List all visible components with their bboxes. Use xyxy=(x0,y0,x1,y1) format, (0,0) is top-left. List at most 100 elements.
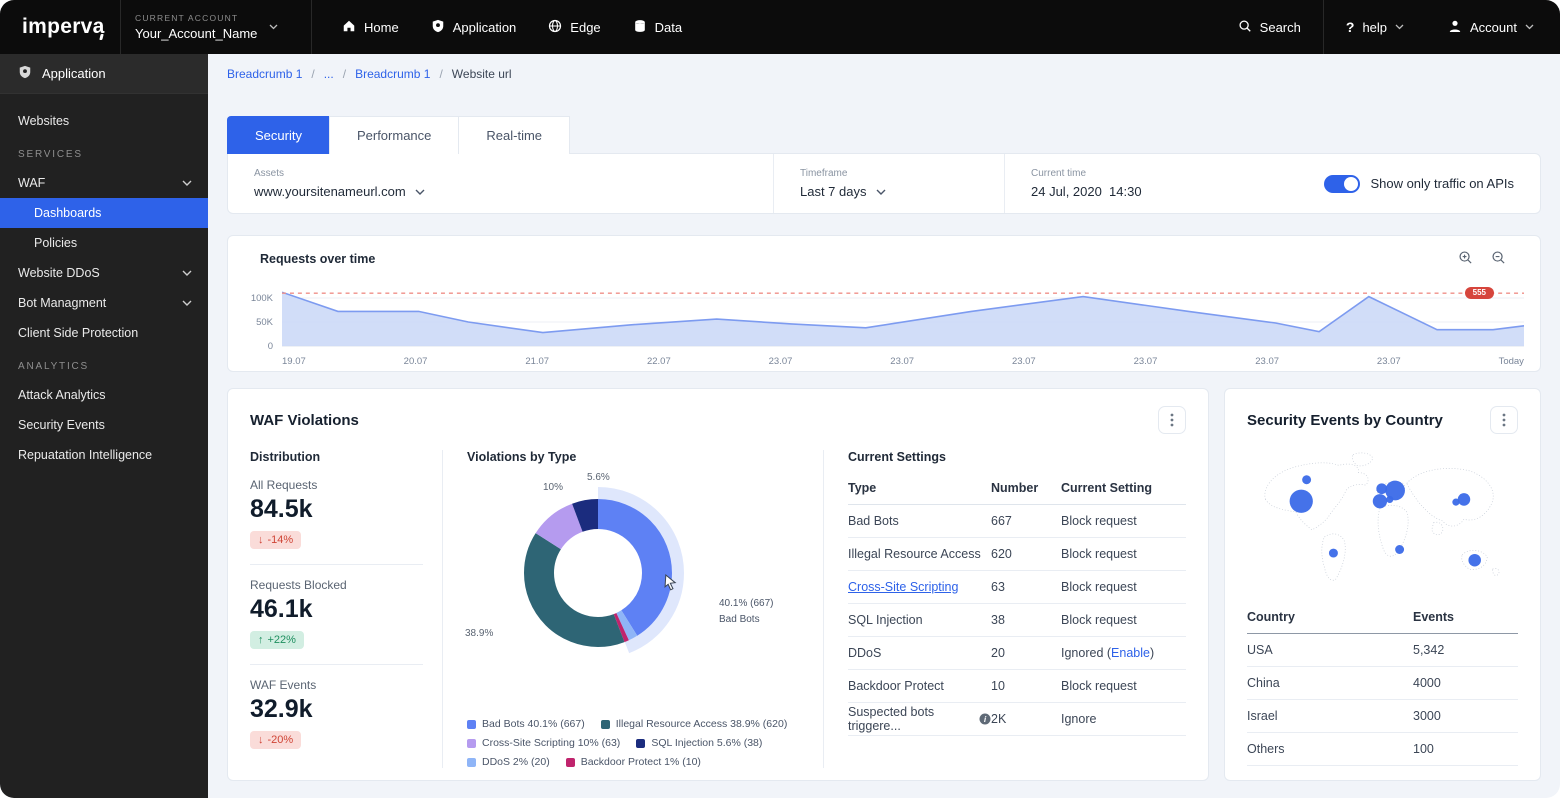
legend-swatch xyxy=(467,739,476,748)
sidebar-item-label: Dashboards xyxy=(34,206,101,220)
legend-item-cross-site-scripting[interactable]: Cross-Site Scripting 10% (63) xyxy=(467,737,620,749)
imperva-logo[interactable]: imperva xyxy=(0,15,120,39)
sidebar-section-services: SERVICES xyxy=(0,140,208,168)
delta-value: -14% xyxy=(268,534,294,546)
x-tick: 21.07 xyxy=(525,356,549,367)
chevron-down-icon xyxy=(182,180,192,186)
sidebar-item-client-side-protection[interactable]: Client Side Protection xyxy=(0,318,208,348)
setting-type: Cross-Site Scripting xyxy=(848,580,991,594)
account-menu[interactable]: Account xyxy=(1426,0,1560,54)
country-row-china: China4000 xyxy=(1247,667,1518,700)
zoom-out-icon[interactable] xyxy=(1491,250,1506,265)
chevron-down-icon xyxy=(182,270,192,276)
col-current-setting: Current Setting xyxy=(1061,481,1186,495)
help-menu[interactable]: ? help xyxy=(1324,0,1426,54)
enable-link[interactable]: Enable xyxy=(1111,646,1150,660)
nav-item-edge[interactable]: Edge xyxy=(548,19,600,36)
setting-value: Block request xyxy=(1061,580,1186,594)
delta-value: +22% xyxy=(268,634,296,646)
donut-chart[interactable]: 5.6% 10% 38.9% 40.1% (667) Bad Bots xyxy=(467,478,823,710)
donut-legend: Bad Bots 40.1% (667) Illegal Resource Acc… xyxy=(467,718,817,768)
sidebar-item-dashboards[interactable]: Dashboards xyxy=(0,198,208,228)
nav-label: Home xyxy=(364,20,399,35)
divider xyxy=(250,564,423,565)
tab-performance[interactable]: Performance xyxy=(329,116,459,154)
setting-type-text: DDoS xyxy=(848,646,881,660)
sidebar-item-bot-managment[interactable]: Bot Managment xyxy=(0,288,208,318)
sidebar-item-website-ddos[interactable]: Website DDoS xyxy=(0,258,208,288)
setting-number: 2K xyxy=(991,712,1061,726)
setting-type-link[interactable]: Cross-Site Scripting xyxy=(848,580,958,594)
info-icon[interactable]: i xyxy=(979,713,991,725)
donut-callout-ira: 38.9% xyxy=(465,628,493,639)
divider xyxy=(250,664,423,665)
setting-number: 620 xyxy=(991,547,1061,561)
setting-value: Ignore xyxy=(1061,712,1186,726)
area-chart-plot[interactable]: 555 xyxy=(282,276,1524,354)
chart-zoom-controls xyxy=(1458,250,1506,265)
sidebar-item-waf[interactable]: WAF xyxy=(0,168,208,198)
sidebar-item-label: WAF xyxy=(18,176,45,190)
country-events: 100 xyxy=(1413,742,1518,756)
kebab-menu-button[interactable] xyxy=(1490,406,1518,434)
setting-type-text: Backdoor Protect xyxy=(848,679,944,693)
timeframe-dropdown[interactable]: Timeframe Last 7 days xyxy=(774,154,1004,213)
sidebar-item-policies[interactable]: Policies xyxy=(0,228,208,258)
setting-value: Block request xyxy=(1061,679,1186,693)
delta-value: -20% xyxy=(268,734,294,746)
account-switcher[interactable]: CURRENT ACCOUNT Your_Account_Name xyxy=(120,0,312,54)
breadcrumb-item: Website url xyxy=(452,67,512,81)
country-table-body: USA5,342China4000Israel3000Others100 xyxy=(1247,634,1518,766)
breadcrumb-item[interactable]: ... xyxy=(324,67,334,81)
country-row-israel: Israel3000 xyxy=(1247,700,1518,733)
nav-label: Data xyxy=(655,20,682,35)
primary-nav: Home Application Edge Data xyxy=(342,19,682,36)
search-icon xyxy=(1238,19,1252,36)
breadcrumb-separator: / xyxy=(311,67,314,81)
kebab-menu-button[interactable] xyxy=(1158,406,1186,434)
setting-type-text: Bad Bots xyxy=(848,514,899,528)
sidebar-item-label: Attack Analytics xyxy=(18,388,106,402)
legend-item-bad-bots[interactable]: Bad Bots 40.1% (667) xyxy=(467,718,585,730)
api-traffic-toggle[interactable] xyxy=(1324,175,1360,193)
x-tick: Today xyxy=(1499,356,1524,367)
legend-item-sql-injection[interactable]: SQL Injection 5.6% (38) xyxy=(636,737,762,749)
cursor-icon xyxy=(663,574,678,596)
breadcrumb-item[interactable]: Breadcrumb 1 xyxy=(355,67,430,81)
breadcrumb-item[interactable]: Breadcrumb 1 xyxy=(227,67,302,81)
zoom-in-icon[interactable] xyxy=(1458,250,1473,265)
tab-real-time[interactable]: Real-time xyxy=(458,116,570,154)
legend-item-backdoor-protect[interactable]: Backdoor Protect 1% (10) xyxy=(566,756,701,768)
arrow-down-icon: ↓ xyxy=(258,734,264,746)
sidebar-item-security-events[interactable]: Security Events xyxy=(0,410,208,440)
x-tick: 23.07 xyxy=(769,356,793,367)
chevron-down-icon xyxy=(876,189,886,195)
nav-item-home[interactable]: Home xyxy=(342,19,399,36)
settings-row-backdoor-protect: Backdoor Protect10Block request xyxy=(848,670,1186,703)
topbar-right: Search ? help Account xyxy=(1216,0,1560,54)
sidebar-header-label: Application xyxy=(42,66,106,81)
legend-item-ddos[interactable]: DDoS 2% (20) xyxy=(467,756,550,768)
tab-security[interactable]: Security xyxy=(227,116,330,154)
assets-dropdown[interactable]: Assets www.yoursitenameurl.com xyxy=(228,154,773,213)
y-axis: 100K50K0 xyxy=(242,276,282,354)
nav-item-data[interactable]: Data xyxy=(633,19,682,36)
api-traffic-toggle-group: Show only traffic on APIs xyxy=(1324,175,1540,193)
sidebar-header[interactable]: Application xyxy=(0,54,208,94)
nav-item-application[interactable]: Application xyxy=(431,19,517,36)
legend-item-illegal-resource-access[interactable]: Illegal Resource Access 38.9% (620) xyxy=(601,718,788,730)
distribution-heading: Distribution xyxy=(250,450,442,464)
stat-value: 84.5k xyxy=(250,495,442,524)
col-country: Country xyxy=(1247,610,1413,624)
country-name: USA xyxy=(1247,643,1413,657)
chevron-down-icon xyxy=(182,300,192,306)
stat-delta-badge: ↓ -20% xyxy=(250,731,301,749)
country-table-header: Country Events xyxy=(1247,601,1518,634)
sidebar-item-repuatation-intelligence[interactable]: Repuatation Intelligence xyxy=(0,440,208,470)
search-button[interactable]: Search xyxy=(1216,0,1323,54)
sidebar-item-websites[interactable]: Websites xyxy=(0,106,208,136)
x-axis-ticks: 19.0720.0721.0722.0723.0723.0723.0723.07… xyxy=(282,356,1524,367)
sidebar-item-attack-analytics[interactable]: Attack Analytics xyxy=(0,380,208,410)
application-icon xyxy=(431,19,445,36)
sidebar: Application Websites SERVICES WAF Dashboard… xyxy=(0,54,208,798)
